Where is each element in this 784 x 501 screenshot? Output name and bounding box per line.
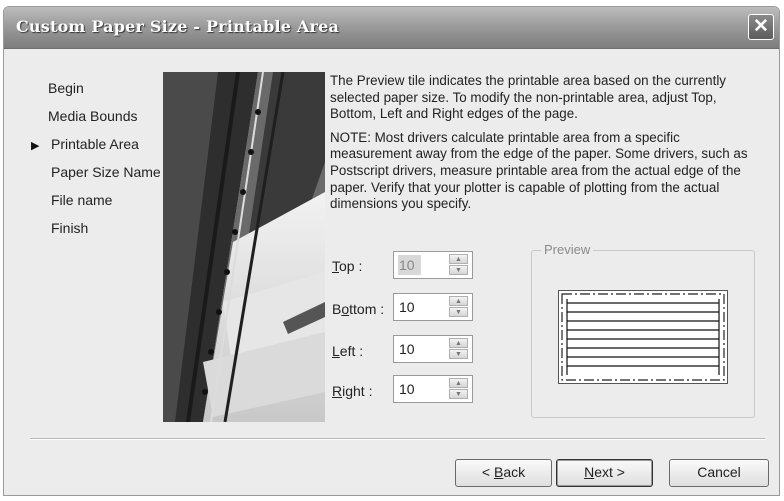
top-spinner[interactable]: ▲ ▼ <box>449 254 468 276</box>
right-field[interactable]: ▲▼ <box>393 375 473 403</box>
right-label: Right : <box>332 383 373 399</box>
step-begin: Begin <box>48 80 84 96</box>
left-input[interactable] <box>395 337 449 361</box>
top-input[interactable] <box>398 255 421 275</box>
top-label: Top : <box>332 258 363 274</box>
bottom-spinner[interactable]: ▲ ▼ <box>449 296 468 318</box>
plotter-image <box>163 72 325 422</box>
bottom-field[interactable]: ▲▼ <box>393 293 473 321</box>
right-spinner[interactable]: ▲ ▼ <box>449 378 468 400</box>
separator <box>30 438 765 440</box>
note-paragraph: NOTE: Most drivers calculate printable a… <box>330 129 748 212</box>
printable-area-preview <box>561 293 725 381</box>
bottom-label: Bottom : <box>332 301 385 317</box>
description-paragraph: The Preview tile indicates the printable… <box>330 73 726 122</box>
left-label: Left : <box>332 343 364 359</box>
close-button[interactable]: ✕ <box>748 14 774 40</box>
step-file-name: File name <box>51 192 113 208</box>
right-input[interactable] <box>395 377 449 401</box>
top-field[interactable]: ▲▼ <box>393 251 473 279</box>
title-bar[interactable]: Custom Paper Size - Printable Area ✕ <box>4 7 779 49</box>
preview-label: Preview <box>541 242 594 257</box>
spin-down-icon[interactable]: ▼ <box>449 389 468 399</box>
spin-down-icon[interactable]: ▼ <box>449 307 468 317</box>
bottom-input[interactable] <box>395 295 449 319</box>
step-finish: Finish <box>51 220 89 236</box>
spin-down-icon[interactable]: ▼ <box>449 349 468 359</box>
spin-down-icon[interactable]: ▼ <box>449 265 468 275</box>
close-icon: ✕ <box>753 16 769 37</box>
spin-up-icon[interactable]: ▲ <box>449 378 468 388</box>
back-button[interactable]: < Back <box>455 459 552 487</box>
left-spinner[interactable]: ▲ ▼ <box>449 338 468 360</box>
dialog-title: Custom Paper Size - Printable Area <box>16 17 340 36</box>
next-button[interactable]: Next > <box>556 459 653 487</box>
spin-up-icon[interactable]: ▲ <box>449 338 468 348</box>
spin-up-icon[interactable]: ▲ <box>449 296 468 306</box>
step-paper-size-name: Paper Size Name <box>51 164 161 180</box>
preview-paper <box>558 290 728 384</box>
step-printable-area: Printable Area <box>51 136 139 152</box>
spin-up-icon[interactable]: ▲ <box>449 254 468 264</box>
instructions: The Preview tile indicates the printable… <box>330 73 758 220</box>
step-media-bounds: Media Bounds <box>48 108 138 124</box>
current-step-arrow-icon: ▶ <box>31 140 40 152</box>
left-field[interactable]: ▲▼ <box>393 335 473 363</box>
cancel-button[interactable]: Cancel <box>669 459 769 487</box>
